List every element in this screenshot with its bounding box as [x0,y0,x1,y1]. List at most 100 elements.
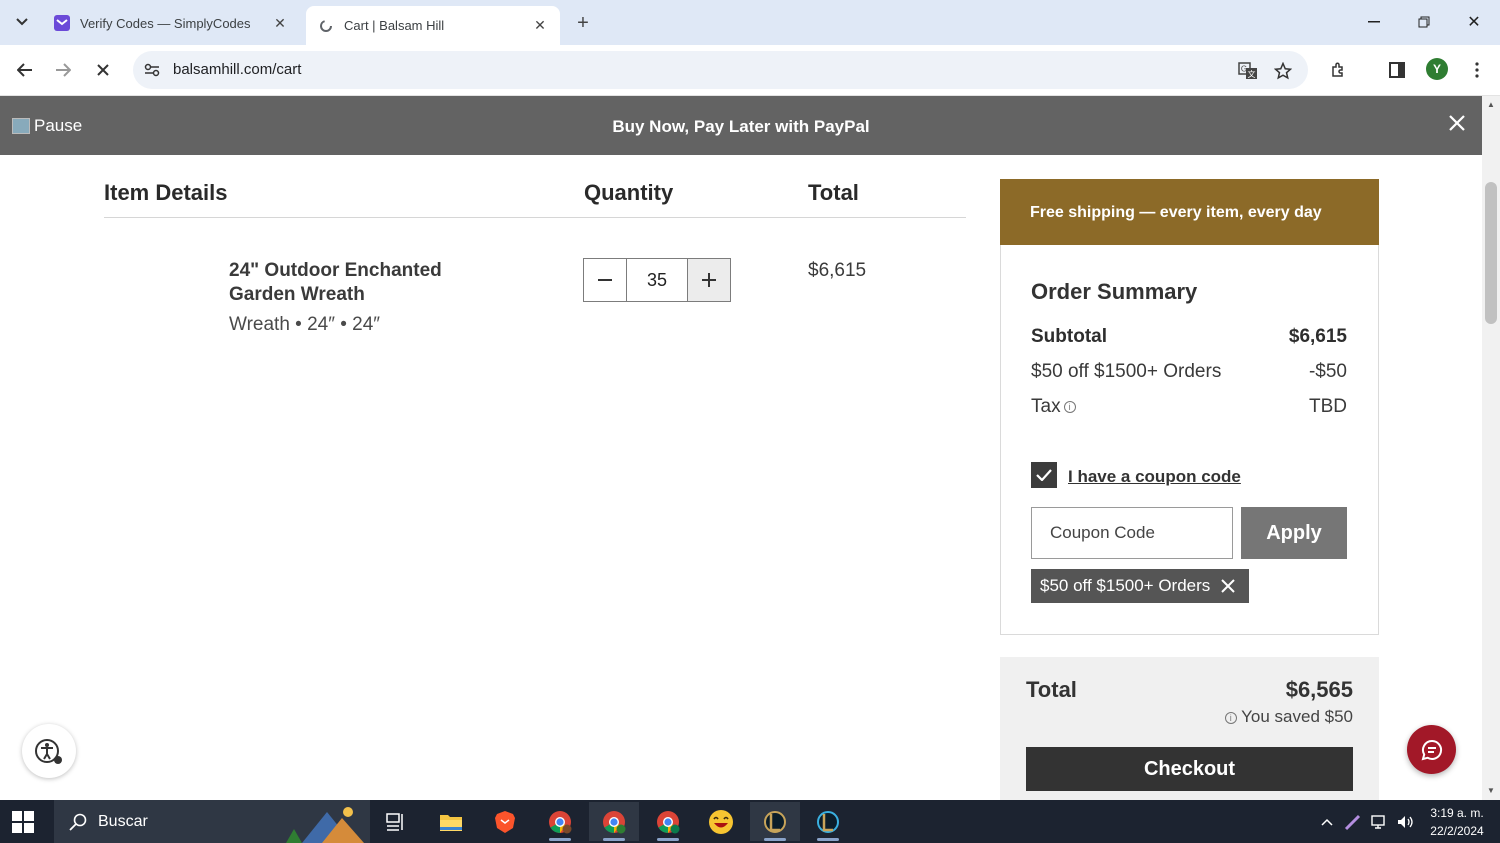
more-menu-icon[interactable] [1464,57,1490,83]
browser-toolbar: balsamhill.com/cart 文G [0,45,1500,96]
free-shipping-banner: Free shipping — every item, every day [1000,179,1379,245]
league-client-icon[interactable] [750,802,800,841]
item-details-header: Item Details [104,180,228,205]
running-indicator [657,838,679,841]
applied-coupon-label: $50 off $1500+ Orders [1040,576,1211,595]
decrease-quantity-button[interactable] [583,258,627,302]
page-scrollbar[interactable]: ▲ ▼ [1482,96,1500,800]
increase-quantity-button[interactable] [687,258,731,302]
running-indicator [817,838,839,841]
checkout-button[interactable]: Checkout [1026,747,1353,791]
running-indicator [603,838,625,841]
task-view-icon[interactable] [371,802,421,841]
translate-icon[interactable]: 文G [1237,60,1259,82]
side-panel-icon[interactable] [1384,57,1410,83]
search-highlight-art-icon [286,807,364,843]
close-window-icon[interactable]: ✕ [1454,8,1494,36]
quantity-header: Quantity [584,180,674,205]
windows-start-icon[interactable] [12,811,34,833]
league-game-icon[interactable] [803,802,853,841]
windows-taskbar: Buscar 3:19 a. m. 22/2/2024 [0,800,1500,843]
remove-coupon-icon[interactable] [1220,578,1236,594]
scrollbar-thumb[interactable] [1485,182,1497,324]
order-summary-title: Order Summary [1031,279,1198,304]
file-explorer-icon[interactable] [426,802,476,841]
svg-text:文: 文 [1248,69,1256,79]
close-tab-icon[interactable]: ✕ [272,15,288,31]
quantity-stepper: 35 [583,258,731,302]
brave-browser-icon[interactable] [480,802,530,841]
clock-time: 3:19 a. m. [1430,806,1484,820]
running-indicator [764,838,786,841]
coupon-checkbox[interactable] [1031,462,1057,488]
forward-arrow-icon[interactable] [49,56,77,84]
search-placeholder: Buscar [98,812,148,830]
bookmark-star-icon[interactable] [1272,60,1294,82]
subtotal-row: Subtotal $6,615 [1031,326,1347,348]
promo-bar: Pause Buy Now, Pay Later with PayPal [0,96,1482,155]
subtotal-label: Subtotal [1031,326,1107,347]
tax-value: TBD [1309,396,1347,417]
tab-title: Cart | Balsam Hill [344,18,445,33]
tax-row: Tax i TBD [1031,396,1347,418]
taskbar-search[interactable]: Buscar [54,800,370,843]
browser-tab-bar: Verify Codes — SimplyCodes ✕ Cart | Bals… [0,0,1500,45]
emoji-app-icon[interactable] [696,802,746,841]
pen-icon[interactable] [1343,812,1363,832]
apply-coupon-button[interactable]: Apply [1241,507,1347,559]
savings-label: You saved $50 [1241,707,1353,726]
tax-label: Tax [1031,396,1061,417]
extensions-puzzle-icon[interactable] [1326,57,1352,83]
scroll-down-icon[interactable]: ▼ [1486,786,1496,796]
chrome-profile-c-icon[interactable] [643,802,693,841]
quantity-input[interactable]: 35 [627,258,687,302]
close-promo-icon[interactable] [1444,110,1470,136]
discount-label: $50 off $1500+ Orders [1031,361,1222,382]
discount-value: -$50 [1308,361,1347,382]
chrome-profile-y-icon[interactable] [589,802,639,841]
cart-item-name[interactable]: 24" Outdoor Enchanted Garden Wreath [229,259,489,307]
subtotal-value: $6,615 [1288,326,1347,347]
applied-coupon-tag: $50 off $1500+ Orders [1031,569,1249,603]
header-divider [104,217,966,218]
volume-icon[interactable] [1395,812,1415,832]
coupon-checkbox-label[interactable]: I have a coupon code [1068,467,1241,487]
chat-icon[interactable] [1407,725,1456,774]
accessibility-icon[interactable] [22,724,76,778]
minimize-window-icon[interactable] [1354,8,1394,36]
restore-window-icon[interactable] [1404,8,1444,36]
address-bar[interactable]: balsamhill.com/cart 文G [133,51,1308,89]
loading-icon [318,18,334,34]
order-total-label: Total [1026,677,1077,702]
order-total-value: $6,565 [1285,677,1353,702]
tab-search-chevron-icon[interactable] [8,8,36,36]
simplycodes-icon [54,15,70,31]
tab-simplycodes[interactable]: Verify Codes — SimplyCodes ✕ [42,6,300,40]
savings-text: i You saved $50 [1200,707,1353,727]
discount-row: $50 off $1500+ Orders -$50 [1031,361,1347,383]
running-indicator [549,838,571,841]
new-tab-plus-icon[interactable]: + [570,10,596,36]
close-tab-icon[interactable]: ✕ [532,17,548,34]
search-icon [68,812,88,832]
tab-title: Verify Codes — SimplyCodes [80,15,251,31]
taskbar-clock[interactable]: 3:19 a. m. 22/2/2024 [1420,804,1494,840]
clock-date: 22/2/2024 [1430,824,1484,838]
info-icon[interactable]: i [1063,400,1076,413]
back-arrow-icon[interactable] [11,56,39,84]
url-text[interactable]: balsamhill.com/cart [173,61,301,78]
chevron-up-icon[interactable] [1317,812,1337,832]
coupon-code-input[interactable] [1031,507,1233,559]
total-header: Total [808,180,859,205]
stop-loading-icon[interactable] [89,56,117,84]
site-info-icon[interactable] [143,61,161,79]
tab-balsam-hill-cart[interactable]: Cart | Balsam Hill ✕ [306,6,560,45]
scroll-up-icon[interactable]: ▲ [1486,100,1496,110]
network-icon[interactable] [1369,812,1389,832]
cart-item-total: $6,615 [808,260,867,281]
promo-message[interactable]: Buy Now, Pay Later with PayPal [0,117,1482,137]
chrome-profile-icon[interactable] [535,802,585,841]
cart-item-meta: Wreath • 24″ • 24″ [229,314,381,335]
info-icon[interactable]: i [1224,711,1237,724]
profile-avatar[interactable]: Y [1426,58,1448,80]
